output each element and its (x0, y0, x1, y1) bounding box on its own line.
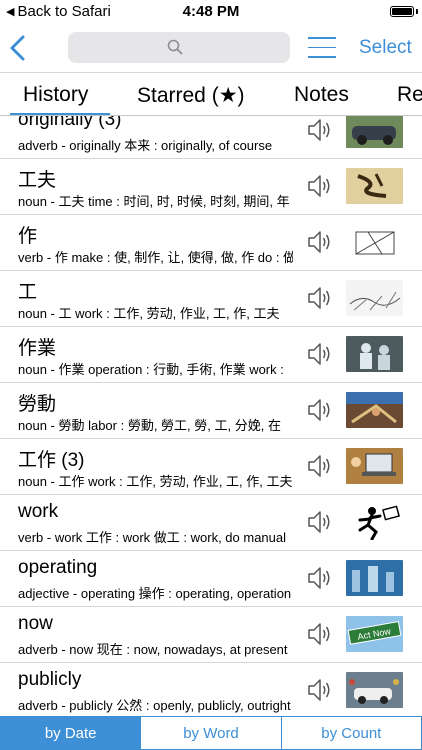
entry-definition: adverb - originally 本来 : originally, of … (18, 138, 273, 153)
list-item[interactable]: operating adjective - operating 操作 : ope… (0, 551, 422, 607)
entry-word: 工夫 (18, 170, 57, 191)
calligraphy-photo (346, 168, 403, 204)
speaker-icon[interactable] (305, 451, 335, 481)
entry-word: 工 (18, 282, 38, 303)
entry-definition: adverb - now 现在 : now, nowadays, at pres… (18, 642, 288, 657)
battery-cap (416, 9, 418, 14)
speaker-icon[interactable] (305, 619, 335, 649)
list-item[interactable]: 勞動 noun - 勞動 labor : 勞動, 勞工, 勞, 工, 分娩, 在 (0, 383, 422, 439)
vintage-car-photo (346, 116, 403, 148)
status-bar: ◀ Back to Safari 4:48 PM (0, 0, 422, 24)
entry-word: work (18, 501, 59, 522)
status-time: 4:48 PM (182, 3, 240, 20)
list-item[interactable]: 工夫 noun - 工夫 time : 时间, 时, 时候, 时刻, 期间, 年 (0, 159, 422, 215)
hamburger-menu-icon[interactable] (308, 37, 336, 59)
history-list: originally (3) adverb - originally 本来 : … (0, 116, 422, 716)
speaker-icon[interactable] (305, 116, 335, 145)
entry-word: publicly (18, 669, 82, 690)
entry-definition: adjective - operating 操作 : operating, op… (18, 586, 292, 601)
entry-definition: noun - 勞動 labor : 勞動, 勞工, 勞, 工, 分娩, 在 (18, 418, 281, 433)
tab-history[interactable]: History (23, 83, 88, 107)
entry-definition: verb - 作 make : 使, 制作, 让, 使得, 做, 作 do : … (18, 250, 293, 265)
tab-recent[interactable]: Re (397, 83, 422, 107)
speaker-icon[interactable] (305, 283, 335, 313)
tab-notes[interactable]: Notes (294, 83, 349, 107)
segment-by-word[interactable]: by Word (140, 717, 280, 749)
sort-segmented-control: by Date by Word by Count (0, 716, 422, 750)
search-box[interactable] (68, 32, 290, 63)
list-item[interactable]: originally (3) adverb - originally 本来 : … (0, 116, 422, 159)
search-icon (167, 39, 183, 55)
sketch-drawing (346, 280, 403, 316)
navigation-bar: Select (0, 24, 422, 72)
tools-photo (346, 392, 403, 428)
laptop-desk-photo (346, 448, 403, 484)
speaker-icon[interactable] (305, 675, 335, 705)
running-man-clipart (346, 504, 403, 540)
entry-definition: noun - 工 work : 工作, 劳动, 作业, 工, 作, 工夫 (18, 306, 280, 321)
speaker-icon[interactable] (305, 171, 335, 201)
entry-definition: noun - 作業 operation : 行動, 手術, 作業 work : (18, 362, 284, 377)
back-chevron-icon[interactable] (6, 32, 30, 64)
speaker-icon[interactable] (305, 395, 335, 425)
entry-definition: noun - 工作 work : 工作, 劳动, 作业, 工, 作, 工夫 (18, 474, 293, 489)
list-item[interactable]: 作 verb - 作 make : 使, 制作, 让, 使得, 做, 作 do … (0, 215, 422, 271)
tab-starred[interactable]: Starred (★) (137, 83, 245, 108)
act-now-sign: Act Now (346, 616, 403, 652)
factory-photo (346, 560, 403, 596)
entry-word: 工作 (3) (18, 450, 85, 471)
entry-definition: adverb - publicly 公然 : openly, publicly,… (18, 698, 291, 713)
list-item[interactable]: 工作 (3) noun - 工作 work : 工作, 劳动, 作业, 工, 作… (0, 439, 422, 495)
list-item[interactable]: now adverb - now 现在 : now, nowadays, at … (0, 607, 422, 663)
entry-definition: verb - work 工作 : work 做工 : work, do manu… (18, 530, 287, 545)
list-item[interactable]: publicly adverb - publicly 公然 : openly, … (0, 663, 422, 716)
tab-bar: History Starred (★) Notes Re (0, 72, 422, 116)
entry-word: 勞動 (18, 394, 57, 415)
entry-word: operating (18, 557, 98, 578)
speaker-icon[interactable] (305, 507, 335, 537)
entry-definition: noun - 工夫 time : 时间, 时, 时候, 时刻, 期间, 年 (18, 194, 290, 209)
workers-photo (346, 336, 403, 372)
select-button[interactable]: Select (359, 37, 412, 59)
segment-by-count[interactable]: by Count (280, 717, 421, 749)
speaker-icon[interactable] (305, 227, 335, 257)
speaker-icon[interactable] (305, 339, 335, 369)
speaker-icon[interactable] (305, 563, 335, 593)
battery-icon (390, 6, 414, 17)
entry-word: 作業 (18, 338, 57, 359)
entry-word: originally (3) (18, 116, 122, 130)
list-item[interactable]: 工 noun - 工 work : 工作, 劳动, 作业, 工, 作, 工夫 (0, 271, 422, 327)
list-item[interactable]: 作業 noun - 作業 operation : 行動, 手術, 作業 work… (0, 327, 422, 383)
entry-word: now (18, 613, 53, 634)
segment-by-date[interactable]: by Date (1, 717, 141, 749)
entry-word: 作 (18, 226, 38, 247)
crowd-car-photo (346, 672, 403, 708)
geometry-diagram (346, 224, 403, 260)
list-item[interactable]: work verb - work 工作 : work 做工 : work, do… (0, 495, 422, 551)
